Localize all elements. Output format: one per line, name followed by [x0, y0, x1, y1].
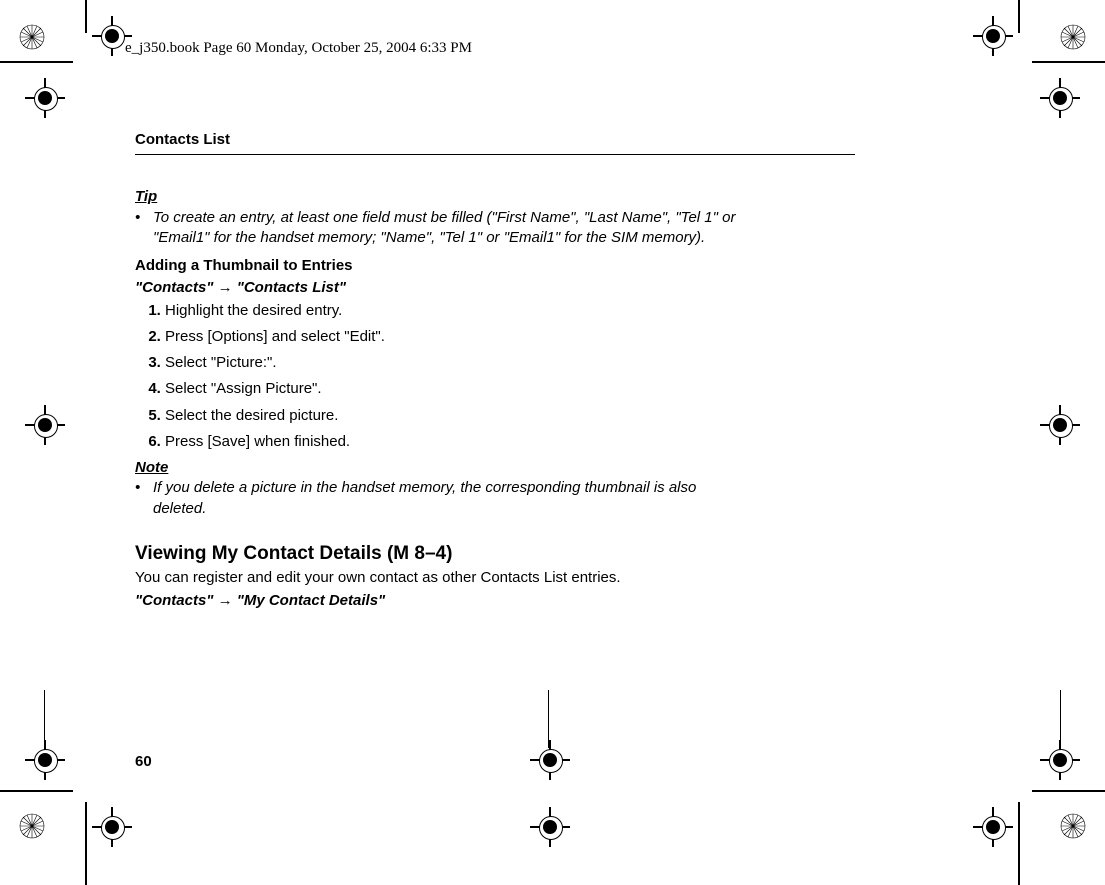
note-text: • If you delete a picture in the handset…	[135, 478, 855, 519]
crop-vline-bl	[85, 802, 87, 885]
step-item: Press [Save] when finished.	[165, 432, 855, 452]
page-content: Contacts List Tip • To create an entry, …	[135, 130, 855, 611]
page-number: 60	[135, 753, 152, 770]
registration-mark-icon	[18, 812, 46, 840]
tip-label: Tip	[135, 187, 855, 207]
document-header: e_j350.book Page 60 Monday, October 25, …	[125, 40, 472, 57]
crosshair-icon	[1040, 78, 1080, 118]
crosshair-icon	[530, 807, 570, 847]
viewing-nav-path: "Contacts" → "My Contact Details"	[135, 591, 855, 611]
crop-line-bottom-left	[0, 790, 73, 792]
crosshair-icon	[25, 78, 65, 118]
crop-line-bottom-right	[1032, 790, 1105, 792]
crosshair-icon	[973, 807, 1013, 847]
step-item: Select the desired picture.	[165, 406, 855, 426]
crosshair-icon	[1040, 405, 1080, 445]
step-item: Press [Options] and select "Edit".	[165, 327, 855, 347]
tip-text: • To create an entry, at least one field…	[135, 208, 855, 249]
step-item: Select "Picture:".	[165, 353, 855, 373]
crop-line-top-left	[0, 61, 73, 63]
crop-vline-tr	[1018, 0, 1020, 33]
crop-vline-br	[1018, 802, 1020, 885]
crosshair-icon	[973, 16, 1013, 56]
crosshair-icon	[92, 807, 132, 847]
crosshair-icon	[1040, 740, 1080, 780]
note-label: Note	[135, 458, 855, 478]
viewing-heading: Viewing My Contact Details (M 8–4)	[135, 541, 855, 567]
step-item: Highlight the desired entry.	[165, 301, 855, 321]
crosshair-icon	[25, 405, 65, 445]
registration-mark-icon	[1059, 812, 1087, 840]
section-title: Contacts List	[135, 130, 855, 155]
thumbnail-steps: Highlight the desired entry. Press [Opti…	[135, 301, 855, 453]
registration-mark-icon	[1059, 23, 1087, 51]
crop-vline-tl	[85, 0, 87, 33]
thumbnail-heading: Adding a Thumbnail to Entries	[135, 256, 855, 276]
registration-mark-icon	[18, 23, 46, 51]
crosshair-icon	[25, 740, 65, 780]
crop-line-top-right	[1032, 61, 1105, 63]
step-item: Select "Assign Picture".	[165, 379, 855, 399]
thumbnail-nav-path: "Contacts" → "Contacts List"	[135, 278, 855, 298]
crosshair-icon	[530, 740, 570, 780]
viewing-description: You can register and edit your own conta…	[135, 568, 855, 588]
